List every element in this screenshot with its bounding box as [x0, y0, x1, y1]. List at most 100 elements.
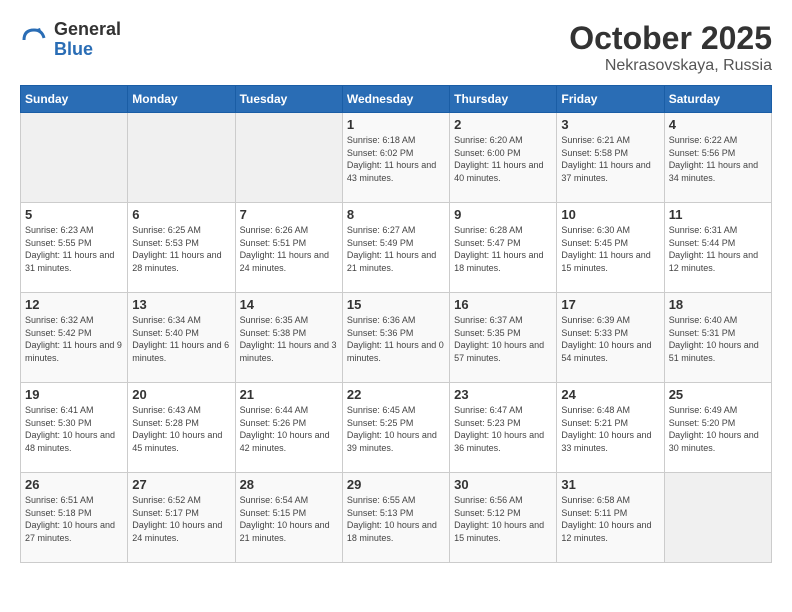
day-number: 18 [669, 297, 767, 312]
calendar-cell: 3 Sunrise: 6:21 AMSunset: 5:58 PMDaylight… [557, 113, 664, 203]
day-detail: Sunrise: 6:34 AMSunset: 5:40 PMDaylight:… [132, 314, 230, 364]
calendar-cell: 14 Sunrise: 6:35 AMSunset: 5:38 PMDayligh… [235, 293, 342, 383]
day-detail: Sunrise: 6:58 AMSunset: 5:11 PMDaylight:… [561, 494, 659, 544]
day-number: 8 [347, 207, 445, 222]
logo-blue: Blue [54, 40, 121, 60]
day-number: 14 [240, 297, 338, 312]
calendar-cell: 23 Sunrise: 6:47 AMSunset: 5:23 PMDayligh… [450, 383, 557, 473]
calendar-cell: 9Sunrise: 6:28 AMSunset: 5:47 PMDaylight… [450, 203, 557, 293]
day-number: 20 [132, 387, 230, 402]
calendar-cell: 11 Sunrise: 6:31 AMSunset: 5:44 PMDayligh… [664, 203, 771, 293]
calendar-cell: 18Sunrise: 6:40 AMSunset: 5:31 PMDayligh… [664, 293, 771, 383]
calendar-week-row: 1 Sunrise: 6:18 AMSunset: 6:02 PMDaylight… [21, 113, 772, 203]
calendar-cell: 8 Sunrise: 6:27 AMSunset: 5:49 PMDaylight… [342, 203, 449, 293]
day-number: 23 [454, 387, 552, 402]
day-detail: Sunrise: 6:39 AMSunset: 5:33 PMDaylight:… [561, 314, 659, 364]
day-detail: Sunrise: 6:22 AMSunset: 5:56 PMDaylight:… [669, 134, 767, 184]
day-number: 13 [132, 297, 230, 312]
day-number: 26 [25, 477, 123, 492]
calendar-cell: 31 Sunrise: 6:58 AMSunset: 5:11 PMDayligh… [557, 473, 664, 563]
day-detail: Sunrise: 6:35 AMSunset: 5:38 PMDaylight:… [240, 314, 338, 364]
calendar-cell: 15Sunrise: 6:36 AMSunset: 5:36 PMDayligh… [342, 293, 449, 383]
day-detail: Sunrise: 6:56 AMSunset: 5:12 PMDaylight:… [454, 494, 552, 544]
day-detail: Sunrise: 6:26 AMSunset: 5:51 PMDaylight:… [240, 224, 338, 274]
day-number: 3 [561, 117, 659, 132]
logo-general: General [54, 20, 121, 40]
day-number: 4 [669, 117, 767, 132]
calendar-cell: 19Sunrise: 6:41 AMSunset: 5:30 PMDayligh… [21, 383, 128, 473]
calendar-cell [664, 473, 771, 563]
day-number: 25 [669, 387, 767, 402]
calendar-cell: 24 Sunrise: 6:48 AMSunset: 5:21 PMDayligh… [557, 383, 664, 473]
day-detail: Sunrise: 6:55 AMSunset: 5:13 PMDaylight:… [347, 494, 445, 544]
day-detail: Sunrise: 6:49 AMSunset: 5:20 PMDaylight:… [669, 404, 767, 454]
calendar-week-row: 5Sunrise: 6:23 AMSunset: 5:55 PMDaylight… [21, 203, 772, 293]
calendar-cell: 27Sunrise: 6:52 AMSunset: 5:17 PMDayligh… [128, 473, 235, 563]
calendar-cell: 25 Sunrise: 6:49 AMSunset: 5:20 PMDayligh… [664, 383, 771, 473]
logo-icon [20, 26, 48, 54]
calendar-cell: 26 Sunrise: 6:51 AMSunset: 5:18 PMDayligh… [21, 473, 128, 563]
calendar-cell [235, 113, 342, 203]
day-detail: Sunrise: 6:20 AMSunset: 6:00 PMDaylight:… [454, 134, 552, 184]
day-detail: Sunrise: 6:37 AMSunset: 5:35 PMDaylight:… [454, 314, 552, 364]
day-detail: Sunrise: 6:31 AMSunset: 5:44 PMDaylight:… [669, 224, 767, 274]
day-detail: Sunrise: 6:54 AMSunset: 5:15 PMDaylight:… [240, 494, 338, 544]
calendar-cell: 5Sunrise: 6:23 AMSunset: 5:55 PMDaylight… [21, 203, 128, 293]
day-number: 11 [669, 207, 767, 222]
calendar-cell: 7Sunrise: 6:26 AMSunset: 5:51 PMDaylight… [235, 203, 342, 293]
day-detail: Sunrise: 6:45 AMSunset: 5:25 PMDaylight:… [347, 404, 445, 454]
calendar-week-row: 19Sunrise: 6:41 AMSunset: 5:30 PMDayligh… [21, 383, 772, 473]
calendar-table: SundayMondayTuesdayWednesdayThursdayFrid… [20, 85, 772, 563]
calendar-cell [128, 113, 235, 203]
day-detail: Sunrise: 6:43 AMSunset: 5:28 PMDaylight:… [132, 404, 230, 454]
day-detail: Sunrise: 6:21 AMSunset: 5:58 PMDaylight:… [561, 134, 659, 184]
calendar-cell: 20 Sunrise: 6:43 AMSunset: 5:28 PMDayligh… [128, 383, 235, 473]
logo: General Blue [20, 20, 121, 60]
weekday-header: Thursday [450, 86, 557, 113]
calendar-cell: 12Sunrise: 6:32 AMSunset: 5:42 PMDayligh… [21, 293, 128, 383]
calendar-cell: 1 Sunrise: 6:18 AMSunset: 6:02 PMDaylight… [342, 113, 449, 203]
weekday-header: Friday [557, 86, 664, 113]
day-detail: Sunrise: 6:23 AMSunset: 5:55 PMDaylight:… [25, 224, 123, 274]
day-number: 6 [132, 207, 230, 222]
day-number: 10 [561, 207, 659, 222]
day-number: 28 [240, 477, 338, 492]
day-detail: Sunrise: 6:28 AMSunset: 5:47 PMDaylight:… [454, 224, 552, 274]
calendar-cell: 28 Sunrise: 6:54 AMSunset: 5:15 PMDayligh… [235, 473, 342, 563]
day-number: 24 [561, 387, 659, 402]
weekday-header: Monday [128, 86, 235, 113]
day-detail: Sunrise: 6:25 AMSunset: 5:53 PMDaylight:… [132, 224, 230, 274]
title-block: October 2025 Nekrasovskaya, Russia [569, 20, 772, 75]
calendar-cell: 6 Sunrise: 6:25 AMSunset: 5:53 PMDaylight… [128, 203, 235, 293]
calendar-cell: 22 Sunrise: 6:45 AMSunset: 5:25 PMDayligh… [342, 383, 449, 473]
page-header: General Blue October 2025 Nekrasovskaya,… [20, 20, 772, 75]
calendar-subtitle: Nekrasovskaya, Russia [569, 57, 772, 75]
calendar-week-row: 26 Sunrise: 6:51 AMSunset: 5:18 PMDayligh… [21, 473, 772, 563]
day-detail: Sunrise: 6:27 AMSunset: 5:49 PMDaylight:… [347, 224, 445, 274]
calendar-cell: 21Sunrise: 6:44 AMSunset: 5:26 PMDayligh… [235, 383, 342, 473]
day-number: 12 [25, 297, 123, 312]
day-detail: Sunrise: 6:47 AMSunset: 5:23 PMDaylight:… [454, 404, 552, 454]
weekday-header: Wednesday [342, 86, 449, 113]
day-number: 30 [454, 477, 552, 492]
weekday-header-row: SundayMondayTuesdayWednesdayThursdayFrid… [21, 86, 772, 113]
day-number: 22 [347, 387, 445, 402]
calendar-cell: 17Sunrise: 6:39 AMSunset: 5:33 PMDayligh… [557, 293, 664, 383]
day-number: 15 [347, 297, 445, 312]
calendar-cell: 13 Sunrise: 6:34 AMSunset: 5:40 PMDayligh… [128, 293, 235, 383]
day-number: 21 [240, 387, 338, 402]
day-number: 1 [347, 117, 445, 132]
day-number: 19 [25, 387, 123, 402]
calendar-cell [21, 113, 128, 203]
day-detail: Sunrise: 6:18 AMSunset: 6:02 PMDaylight:… [347, 134, 445, 184]
day-number: 29 [347, 477, 445, 492]
calendar-cell: 16Sunrise: 6:37 AMSunset: 5:35 PMDayligh… [450, 293, 557, 383]
calendar-cell: 30 Sunrise: 6:56 AMSunset: 5:12 PMDayligh… [450, 473, 557, 563]
day-detail: Sunrise: 6:48 AMSunset: 5:21 PMDaylight:… [561, 404, 659, 454]
calendar-cell: 29 Sunrise: 6:55 AMSunset: 5:13 PMDayligh… [342, 473, 449, 563]
day-number: 31 [561, 477, 659, 492]
day-detail: Sunrise: 6:51 AMSunset: 5:18 PMDaylight:… [25, 494, 123, 544]
weekday-header: Tuesday [235, 86, 342, 113]
day-detail: Sunrise: 6:30 AMSunset: 5:45 PMDaylight:… [561, 224, 659, 274]
day-detail: Sunrise: 6:52 AMSunset: 5:17 PMDaylight:… [132, 494, 230, 544]
